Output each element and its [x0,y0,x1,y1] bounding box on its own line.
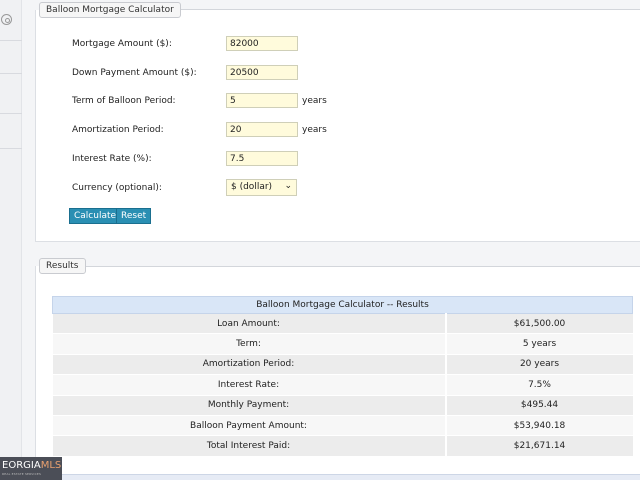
results-table-header-row: Balloon Mortgage Calculator -- Results [52,296,633,314]
left-sidebar-strip [0,0,22,480]
row-value: $21,671.14 [444,435,633,457]
table-row: Interest Rate: 7.5% [52,374,633,396]
table-row: Monthly Payment: $495.44 [52,395,633,416]
currency-select[interactable]: $ (dollar) ⌄ [226,179,297,196]
results-table-title: Balloon Mortgage Calculator -- Results [52,296,633,314]
settings-gear-icon[interactable] [1,14,12,25]
row-value: $495.44 [444,395,633,416]
balloon-term-unit: years [302,96,327,106]
sidebar-divider [0,73,22,74]
mortgage-amount-input[interactable]: 82000 [226,36,298,51]
sidebar-divider [0,148,22,149]
results-legend: Results [39,258,86,274]
row-label: Interest Rate: [52,374,446,396]
row-value: 20 years [444,354,633,376]
chevron-down-icon: ⌄ [284,181,292,191]
row-label: Monthly Payment: [52,395,446,416]
row-value: $61,500.00 [444,313,633,335]
amortization-period-unit: years [302,125,327,135]
down-payment-label: Down Payment Amount ($): [72,68,197,78]
currency-label: Currency (optional): [72,183,162,193]
sidebar-divider [0,113,22,114]
logo-subtext: REAL ESTATE SERVICES [2,472,42,476]
amortization-period-label: Amortization Period: [72,125,164,135]
interest-rate-input[interactable]: 7.5 [226,151,298,166]
reset-button[interactable]: Reset [116,208,152,224]
interest-rate-label: Interest Rate (%): [72,154,152,164]
calculator-panel-top-rule [163,9,640,10]
table-row: Balloon Payment Amount: $53,940.18 [52,415,633,437]
logo-text-main: EORGIA [2,460,41,471]
row-label: Balloon Payment Amount: [52,415,446,437]
bottom-table-edge [62,474,640,480]
table-row: Loan Amount: $61,500.00 [52,313,633,335]
calculator-legend: Balloon Mortgage Calculator [39,2,181,18]
table-row: Term: 5 years [52,333,633,355]
amortization-period-input[interactable]: 20 [226,122,298,137]
calculate-button[interactable]: Calculate [69,208,122,224]
row-value: $53,940.18 [444,415,633,437]
results-panel-top-rule [82,266,640,267]
sidebar-divider [0,40,22,41]
row-value: 5 years [444,333,633,355]
row-label: Loan Amount: [52,313,446,335]
results-table: Balloon Mortgage Calculator -- Results L… [52,296,633,457]
table-row: Total Interest Paid: $21,671.14 [52,435,633,457]
currency-selected-value: $ (dollar) [231,182,273,192]
balloon-term-label: Term of Balloon Period: [72,96,176,106]
row-label: Total Interest Paid: [52,435,446,457]
row-label: Term: [52,333,446,355]
balloon-term-input[interactable]: 5 [226,93,298,108]
table-row: Amortization Period: 20 years [52,354,633,376]
row-label: Amortization Period: [52,354,446,376]
logo-text-accent: MLS [40,460,62,471]
georgia-mls-logo: EORGIAMLS REAL ESTATE SERVICES [0,457,62,480]
row-value: 7.5% [444,374,633,396]
mortgage-amount-label: Mortgage Amount ($): [72,39,172,49]
down-payment-input[interactable]: 20500 [226,65,298,80]
